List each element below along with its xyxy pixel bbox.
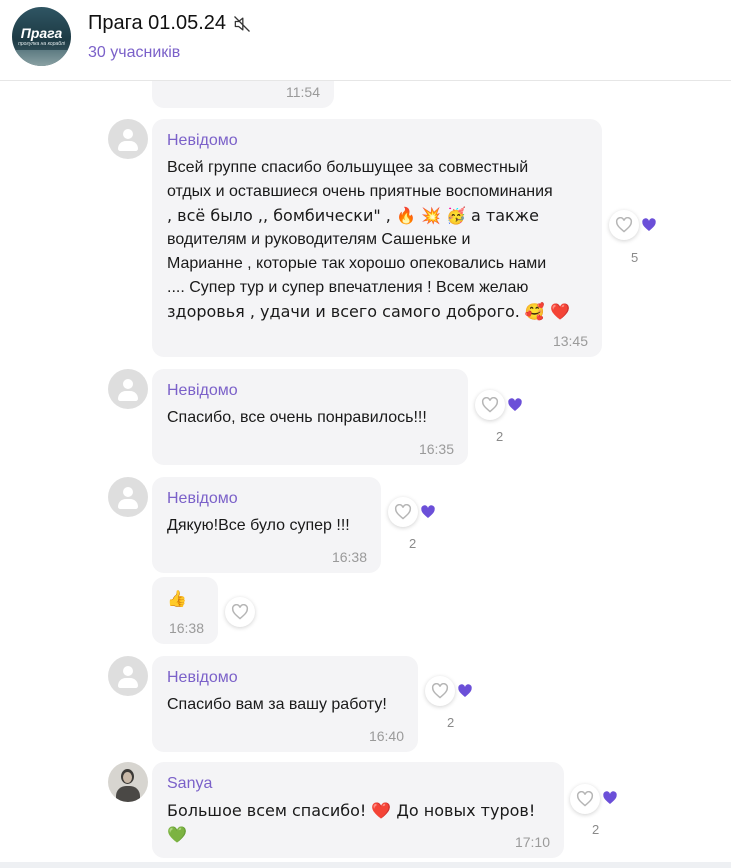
- avatar[interactable]: [108, 762, 148, 802]
- participants-count[interactable]: 30 учасників: [88, 44, 180, 62]
- message-time: 16:35: [418, 441, 454, 457]
- user-placeholder-icon: [123, 487, 133, 497]
- sender-name: Невідомо: [167, 669, 238, 686]
- reaction-count: 2: [447, 715, 455, 730]
- message-text: Спасибо, все очень понравилось!!!: [167, 409, 427, 426]
- message-time: 16:38: [331, 549, 367, 565]
- user-placeholder-icon: [123, 379, 133, 389]
- group-avatar-title: Прага: [20, 25, 63, 41]
- group-avatar-subtitle: прогулка на кораблі: [18, 41, 65, 47]
- message-text: Всей группе спасибо большущее за совмест…: [167, 159, 570, 321]
- purple-heart-icon[interactable]: [420, 504, 436, 520]
- message-bubble[interactable]: Невідомо Дякую!Все було супер !!! 16:38: [152, 477, 381, 573]
- purple-heart-icon[interactable]: [641, 217, 657, 233]
- message-time: 17:10: [514, 834, 550, 850]
- avatar[interactable]: [108, 119, 148, 159]
- purple-heart-icon[interactable]: [602, 790, 618, 806]
- heart-outline-icon: [431, 683, 449, 699]
- title-row[interactable]: Прага 01.05.24: [88, 12, 252, 35]
- heart-outline-icon: [231, 604, 249, 620]
- message-text: Спасибо вам за вашу работу!: [167, 696, 387, 713]
- reaction-count: 5: [631, 250, 639, 265]
- user-placeholder-icon: [123, 129, 133, 139]
- message-time: 16:38: [168, 620, 204, 636]
- message-text: Большое всем спасибо! ❤️ До новых туров!…: [167, 801, 536, 844]
- message-time: 16:40: [368, 728, 404, 744]
- purple-heart-icon[interactable]: [457, 683, 473, 699]
- chat-title: Прага 01.05.24: [88, 12, 227, 34]
- message-bubble[interactable]: 👍 16:38: [152, 577, 218, 644]
- heart-outline-icon: [576, 791, 594, 807]
- reaction-count: 2: [409, 536, 417, 551]
- sender-name: Sanya: [167, 775, 213, 792]
- chat-header: Прага прогулка на кораблі Прага 01.05.24…: [0, 0, 731, 81]
- message-bubble[interactable]: Sanya Большое всем спасибо! ❤️ До новых …: [152, 762, 564, 858]
- user-placeholder-icon: [123, 666, 133, 676]
- group-avatar[interactable]: Прага прогулка на кораблі: [12, 7, 71, 66]
- like-button[interactable]: [225, 597, 255, 627]
- sender-name: Невідомо: [167, 132, 238, 149]
- heart-outline-icon: [394, 504, 412, 520]
- chat-feed[interactable]: 11:54 2 Невідомо Всей группе спасибо бол…: [0, 0, 731, 868]
- like-button[interactable]: [425, 676, 455, 706]
- like-button[interactable]: [388, 497, 418, 527]
- message-bubble[interactable]: Невідомо Всей группе спасибо большущее з…: [152, 119, 602, 357]
- reaction-count: 2: [592, 822, 600, 837]
- message-time: 11:54: [286, 84, 320, 100]
- like-button[interactable]: [570, 784, 600, 814]
- avatar[interactable]: [108, 369, 148, 409]
- purple-heart-icon[interactable]: [507, 397, 523, 413]
- sender-name: Невідомо: [167, 382, 238, 399]
- bottom-edge: [0, 862, 731, 868]
- message-text: 👍: [167, 589, 187, 608]
- like-button[interactable]: [609, 210, 639, 240]
- message-bubble[interactable]: Невідомо Спасибо вам за вашу работу! 16:…: [152, 656, 418, 752]
- message-bubble[interactable]: Невідомо Спасибо, все очень понравилось!…: [152, 369, 468, 465]
- reaction-count: 2: [496, 429, 504, 444]
- message-time: 13:45: [552, 333, 588, 349]
- heart-outline-icon: [481, 397, 499, 413]
- like-button[interactable]: [475, 390, 505, 420]
- message-text: Дякую!Все було супер !!!: [167, 517, 350, 534]
- sender-name: Невідомо: [167, 490, 238, 507]
- heart-outline-icon: [615, 217, 633, 233]
- mute-speaker-icon: [234, 15, 250, 32]
- avatar[interactable]: [108, 656, 148, 696]
- avatar[interactable]: [108, 477, 148, 517]
